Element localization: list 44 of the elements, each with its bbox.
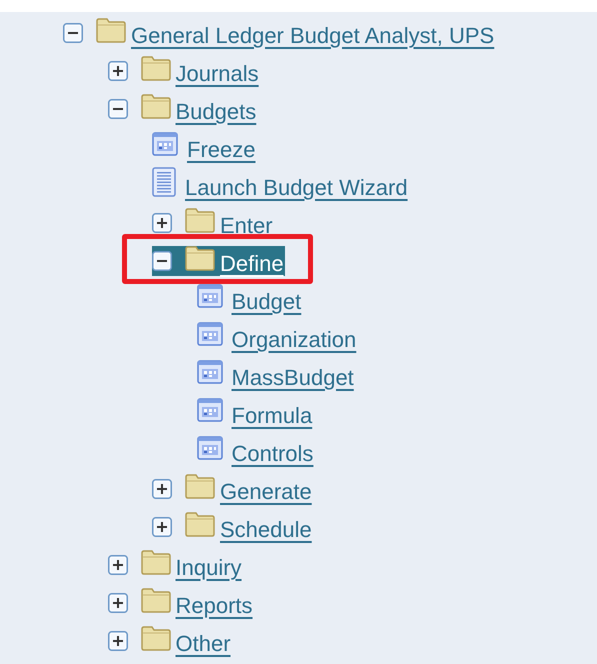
folder-icon [96,17,126,43]
tree-link[interactable]: Freeze [187,137,256,163]
tree-link[interactable]: Reports [176,593,253,619]
expand-toggle[interactable] [152,479,172,499]
tree-link[interactable]: MassBudget [232,365,354,391]
window-icon [196,398,222,422]
tree-link[interactable]: Organization [232,327,356,353]
window-icon [196,284,222,308]
folder-icon [140,549,170,575]
folder-icon [140,625,170,651]
folder-icon [185,473,215,499]
collapse-toggle[interactable] [108,99,128,119]
expand-toggle[interactable] [152,213,172,233]
expand-toggle[interactable] [108,555,128,575]
folder-icon [185,511,215,537]
tree-link[interactable]: Budget [232,289,302,315]
tree-link[interactable]: Launch Budget Wizard [185,175,408,201]
window-icon [196,322,222,346]
expand-toggle[interactable] [108,61,128,81]
tree-link[interactable]: General Ledger Budget Analyst, UPS [131,23,494,49]
tree-link[interactable]: Enter [220,213,273,239]
folder-icon [140,587,170,613]
tree-link[interactable]: Other [176,631,231,657]
folder-icon [140,93,170,119]
expand-toggle[interactable] [108,593,128,613]
expand-toggle[interactable] [108,631,128,651]
folder-icon [185,207,215,233]
tree-link[interactable]: Formula [232,403,312,429]
expand-toggle[interactable] [152,517,172,537]
window-icon [152,132,178,156]
collapse-toggle[interactable] [152,251,172,271]
tree-link[interactable]: Budgets [176,99,256,125]
tree-link[interactable]: Controls [232,441,314,467]
tree-link[interactable]: Schedule [220,517,312,543]
window-icon [196,436,222,460]
document-icon [152,167,176,197]
folder-icon [140,55,170,81]
folder-icon [185,245,215,271]
collapse-toggle[interactable] [63,23,83,43]
tree-link[interactable]: Inquiry [176,555,242,581]
tree-link[interactable]: Generate [220,479,312,505]
tree-link[interactable]: Define [220,251,284,277]
window-icon [196,360,222,384]
tree-link[interactable]: Journals [176,61,259,87]
